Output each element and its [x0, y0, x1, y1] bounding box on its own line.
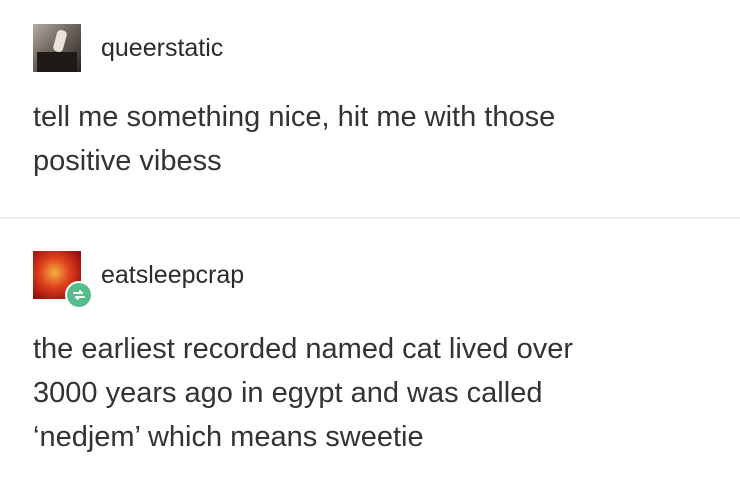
username[interactable]: queerstatic: [101, 33, 223, 63]
post-original: queerstatic tell me something nice, hit …: [0, 0, 740, 217]
post-header: queerstatic: [33, 24, 223, 72]
avatar[interactable]: [33, 24, 81, 72]
reblog-icon: [65, 281, 93, 309]
post-body: the earliest recorded named cat lived ov…: [33, 327, 713, 459]
post-text-line: 3000 years ago in egypt and was called: [33, 377, 543, 409]
post-text-line: the earliest recorded named cat lived ov…: [33, 333, 574, 365]
post-text-line: positive vibess: [33, 145, 222, 177]
post-reply: eatsleepcrap the earliest recorded named…: [0, 219, 740, 493]
post-text-line: ‘nedjem’ which means sweetie: [33, 421, 424, 453]
post-text-line: tell me something nice, hit me with thos…: [33, 101, 556, 133]
username[interactable]: eatsleepcrap: [101, 260, 244, 290]
post-body: tell me something nice, hit me with thos…: [33, 95, 713, 183]
avatar[interactable]: [33, 251, 93, 309]
post-header: eatsleepcrap: [33, 251, 244, 309]
